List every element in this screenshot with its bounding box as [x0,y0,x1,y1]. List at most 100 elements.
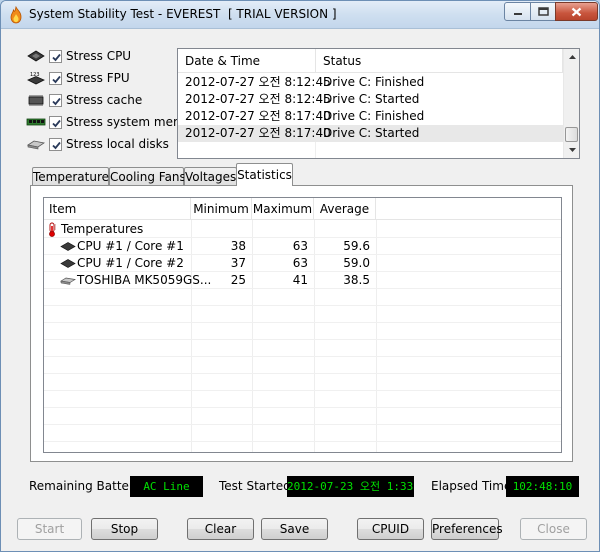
log-row[interactable]: 2012-07-27 오전 8:12:45 Drive C: Finished [178,74,563,91]
checkmark-icon [52,75,61,83]
scroll-thumb[interactable] [565,127,578,142]
elapsed-time-value: 102:48:10 [506,476,579,497]
stress-cpu-option[interactable]: Stress CPU [26,47,131,65]
statistics-panel: Item Minimum Maximum Average Temperature [30,185,573,462]
row-minimum: 25 [230,273,246,287]
elapsed-time-label: Elapsed Time: [431,479,516,493]
stress-fpu-label: Stress FPU [66,71,130,85]
row-maximum: 63 [292,239,308,253]
table-row-group[interactable]: Temperatures [44,221,561,238]
maximize-button[interactable] [530,2,556,21]
maximize-icon [537,7,549,16]
window-title: System Stability Test - EVEREST [ TRIAL … [29,7,337,21]
stress-disks-checkbox[interactable] [49,137,62,151]
row-maximum: 63 [292,256,308,270]
log-row-selected[interactable]: 2012-07-27 오전 8:17:40 Drive C: Started [178,125,563,142]
stress-fpu-checkbox[interactable] [49,71,62,85]
stop-button[interactable]: Stop [91,518,158,540]
thermometer-icon [49,222,56,237]
row-maximum: 41 [292,273,308,287]
log-column-status[interactable]: Status [316,49,563,73]
memory-module-icon [26,118,46,126]
row-average: 38.5 [343,273,370,287]
hard-disk-icon [60,277,76,285]
stress-disks-label: Stress local disks [66,137,169,151]
row-average: 59.6 [343,239,370,253]
test-started-value: 2012-07-23 오전 1:33:00 [287,476,414,497]
stress-cpu-checkbox[interactable] [49,49,62,63]
minimize-icon [513,12,522,15]
chevron-up-icon [568,55,576,59]
group-label: Temperatures [61,222,144,236]
close-icon [571,7,582,16]
tab-temperatures[interactable]: Temperatures [32,167,115,187]
statistics-header: Item Minimum Maximum Average [44,198,561,220]
start-button[interactable]: Start [17,518,82,540]
row-minimum: 38 [230,239,246,253]
close-button[interactable]: Close [520,518,587,540]
clear-button[interactable]: Clear [187,518,254,540]
preferences-button[interactable]: Preferences [431,518,503,540]
battery-value: AC Line [130,476,203,497]
log-row-status: Drive C: Finished [323,109,425,123]
row-minimum: 37 [230,256,246,270]
title-bar[interactable]: System Stability Test - EVEREST [ TRIAL … [1,1,599,29]
checkmark-icon [52,141,61,149]
table-row-empty [44,408,561,425]
log-row-time: 2012-07-27 오전 8:12:45 [185,75,331,89]
fpu-chip-icon: 123 [27,72,45,85]
row-item: CPU #1 / Core #1 [77,239,184,253]
row-average: 59.0 [343,256,370,270]
log-row-empty [178,142,563,158]
column-minimum[interactable]: Minimum [191,198,252,220]
cache-chip-icon [28,95,44,106]
log-header: Date & Time Status [178,49,563,73]
checkmark-icon [52,53,61,61]
flame-app-icon [10,6,22,24]
tab-cooling-fans[interactable]: Cooling Fans [109,167,186,187]
checkmark-icon [52,119,61,127]
statistics-table[interactable]: Item Minimum Maximum Average Temperature [43,197,562,453]
battery-label: Remaining Battery: [29,479,145,493]
log-row-status: Drive C: Started [323,126,420,140]
save-button[interactable]: Save [261,518,328,540]
tab-voltages[interactable]: Voltages [184,167,237,187]
stress-cache-option[interactable]: Stress cache [26,91,142,109]
table-row[interactable]: CPU #1 / Core #2 37 63 59.0 [44,255,561,272]
event-log-list[interactable]: Date & Time Status 2012-07-27 오전 8:12:45… [177,48,580,159]
stress-cache-label: Stress cache [66,93,143,107]
cpu-chip-icon [60,242,76,251]
checkmark-icon [52,97,61,105]
log-row-status: Drive C: Started [323,92,420,106]
log-row-time: 2012-07-27 오전 8:17:40 [185,109,331,123]
table-row-empty [44,306,561,323]
log-row-time: 2012-07-27 오전 8:17:40 [185,126,331,140]
close-window-button[interactable] [555,2,598,21]
cpu-chip-icon [27,50,45,62]
table-row-empty [44,374,561,391]
tab-statistics[interactable]: Statistics [236,163,293,186]
table-row-empty [44,323,561,340]
cpu-chip-icon [60,259,76,268]
log-row-status: Drive C: Finished [323,75,425,89]
stress-disks-option[interactable]: Stress local disks [26,135,169,153]
cpuid-button[interactable]: CPUID [357,518,424,540]
scroll-up-button[interactable] [564,49,580,65]
chevron-down-icon [568,148,576,152]
table-row[interactable]: TOSHIBA MK5059GS... 25 41 38.5 [44,272,561,289]
column-item[interactable]: Item [44,198,191,220]
test-started-label: Test Started: [219,479,295,493]
log-row[interactable]: 2012-07-27 오전 8:17:40 Drive C: Finished [178,108,563,125]
log-row-time: 2012-07-27 오전 8:12:45 [185,92,331,106]
stress-memory-checkbox[interactable] [49,115,62,129]
log-column-datetime[interactable]: Date & Time [178,49,316,73]
column-maximum[interactable]: Maximum [252,198,314,220]
scroll-down-button[interactable] [564,142,580,158]
column-average[interactable]: Average [314,198,376,220]
minimize-button[interactable] [504,2,531,21]
log-row[interactable]: 2012-07-27 오전 8:12:45 Drive C: Started [178,91,563,108]
stress-fpu-option[interactable]: 123 Stress FPU [26,69,130,87]
log-scrollbar[interactable] [563,49,579,158]
stress-cache-checkbox[interactable] [49,93,62,107]
table-row[interactable]: CPU #1 / Core #1 38 63 59.6 [44,238,561,255]
